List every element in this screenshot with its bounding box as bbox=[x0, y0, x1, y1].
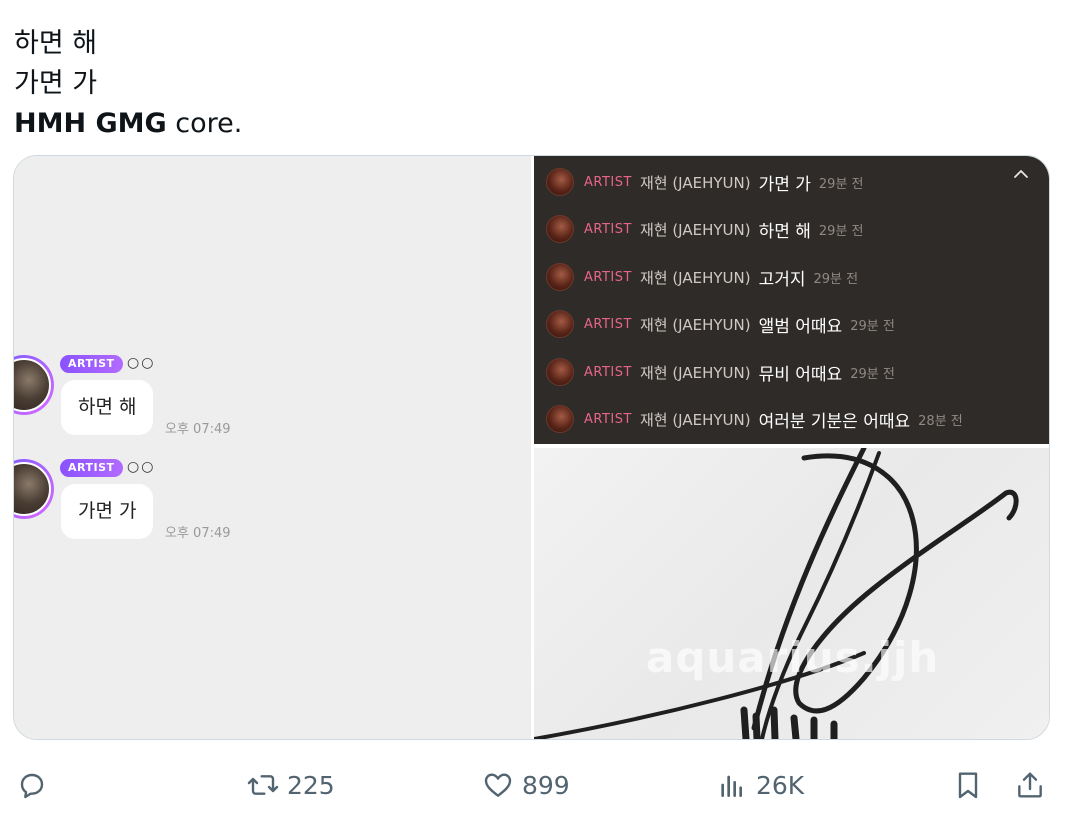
sender-name: 재현 (JAEHYUN) bbox=[639, 315, 751, 334]
avatar bbox=[14, 355, 54, 415]
message-time: 28분 전 bbox=[918, 413, 963, 429]
artist-badge: ARTIST bbox=[584, 411, 632, 427]
media-grid[interactable]: ARTIST ○○ 하면 해 오후 07:49 ARTIST ○○ 가면 가 오… bbox=[13, 155, 1050, 740]
artist-badge: ARTIST bbox=[60, 355, 123, 373]
sender-name: 재현 (JAEHYUN) bbox=[639, 220, 751, 239]
message-time: 29분 전 bbox=[850, 366, 895, 382]
avatar bbox=[546, 405, 574, 433]
tweet-text: 하면 해 가면 가 HMH GMG core. bbox=[14, 0, 242, 144]
media-image-signature[interactable]: aquarius.jjh bbox=[534, 448, 1049, 739]
bookmark-icon bbox=[958, 772, 978, 799]
status-dots: ○○ bbox=[127, 355, 156, 371]
sender-name: 재현 (JAEHYUN) bbox=[639, 173, 751, 192]
message-time: 오후 07:49 bbox=[165, 526, 231, 541]
avatar bbox=[546, 215, 574, 243]
retweet-count: 225 bbox=[287, 770, 335, 800]
message-time: 29분 전 bbox=[818, 176, 864, 192]
media-image-chat-list[interactable]: ARTIST 재현 (JAEHYUN) 가면 가 29분 전 ARTIST 재현… bbox=[534, 156, 1049, 444]
message-text: 고거지 bbox=[758, 269, 806, 290]
message-bubble: 가면 가 bbox=[61, 484, 154, 539]
reply-button[interactable] bbox=[16, 757, 48, 813]
heart-icon bbox=[484, 773, 512, 797]
message-bubble: 하면 해 bbox=[61, 380, 154, 435]
tweet-text-rest: core. bbox=[166, 108, 243, 139]
chat-row: ARTIST 재현 (JAEHYUN) 여러분 기분은 어때요 28분 전 bbox=[546, 404, 963, 434]
chat-row: ARTIST 재현 (JAEHYUN) 하면 해 29분 전 bbox=[546, 214, 864, 244]
chat-row: ARTIST 재현 (JAEHYUN) 뮤비 어때요 29분 전 bbox=[546, 357, 895, 387]
tweet-bold-text: HMH GMG bbox=[14, 108, 167, 139]
avatar bbox=[546, 310, 574, 338]
avatar bbox=[14, 459, 54, 519]
signature-drawing bbox=[534, 448, 1019, 739]
artist-badge: ARTIST bbox=[584, 316, 632, 332]
tweet-action-bar: 225 899 26K bbox=[0, 757, 1080, 813]
watermark-text: aquarius.jjh bbox=[646, 633, 940, 682]
avatar bbox=[546, 168, 574, 196]
tweet-line: 하면 해 bbox=[14, 28, 98, 59]
tweet-line-cut bbox=[14, 0, 242, 24]
views-count: 26K bbox=[756, 770, 805, 800]
message-text: 하면 해 bbox=[758, 221, 811, 242]
chat-row: ARTIST 재현 (JAEHYUN) 가면 가 29분 전 bbox=[546, 167, 864, 197]
message-time: 29분 전 bbox=[850, 318, 895, 334]
reply-icon bbox=[20, 773, 44, 799]
message-text: 뮤비 어때요 bbox=[758, 364, 843, 385]
message-time: 29분 전 bbox=[818, 223, 864, 239]
tweet-line: 가면 가 bbox=[14, 68, 98, 99]
chat-row: ARTIST 재현 (JAEHYUN) 앨범 어때요 29분 전 bbox=[546, 309, 895, 339]
like-button[interactable]: 899 bbox=[482, 757, 570, 813]
views-icon bbox=[721, 775, 742, 797]
sender-name: 재현 (JAEHYUN) bbox=[639, 410, 751, 429]
share-icon bbox=[1018, 772, 1042, 798]
message-text: 가면 가 bbox=[758, 174, 811, 195]
chat-row: ARTIST 재현 (JAEHYUN) 고거지 29분 전 bbox=[546, 262, 858, 292]
message-time: 오후 07:49 bbox=[165, 422, 231, 437]
avatar bbox=[546, 358, 574, 386]
status-dots: ○○ bbox=[127, 459, 156, 475]
tweet-line-last: HMH GMG core. bbox=[14, 104, 242, 144]
retweet-button[interactable]: 225 bbox=[247, 757, 335, 813]
artist-badge: ARTIST bbox=[584, 269, 632, 285]
chevron-up-icon bbox=[1014, 170, 1028, 178]
views-button[interactable]: 26K bbox=[716, 757, 804, 813]
media-image-chat-bubbles[interactable]: ARTIST ○○ 하면 해 오후 07:49 ARTIST ○○ 가면 가 오… bbox=[14, 156, 531, 739]
artist-badge: ARTIST bbox=[584, 364, 632, 380]
avatar bbox=[546, 263, 574, 291]
share-button[interactable] bbox=[1014, 757, 1046, 813]
artist-badge: ARTIST bbox=[60, 459, 123, 477]
artist-badge: ARTIST bbox=[584, 174, 632, 190]
like-count: 899 bbox=[522, 770, 570, 800]
sender-name: 재현 (JAEHYUN) bbox=[639, 363, 751, 382]
retweet-icon bbox=[247, 775, 279, 795]
message-text: 앨범 어때요 bbox=[758, 316, 843, 337]
message-time: 29분 전 bbox=[813, 271, 859, 287]
bookmark-button[interactable] bbox=[952, 757, 984, 813]
message-text: 여러분 기분은 어때요 bbox=[758, 411, 911, 432]
sender-name: 재현 (JAEHYUN) bbox=[639, 268, 751, 287]
artist-badge: ARTIST bbox=[584, 221, 632, 237]
